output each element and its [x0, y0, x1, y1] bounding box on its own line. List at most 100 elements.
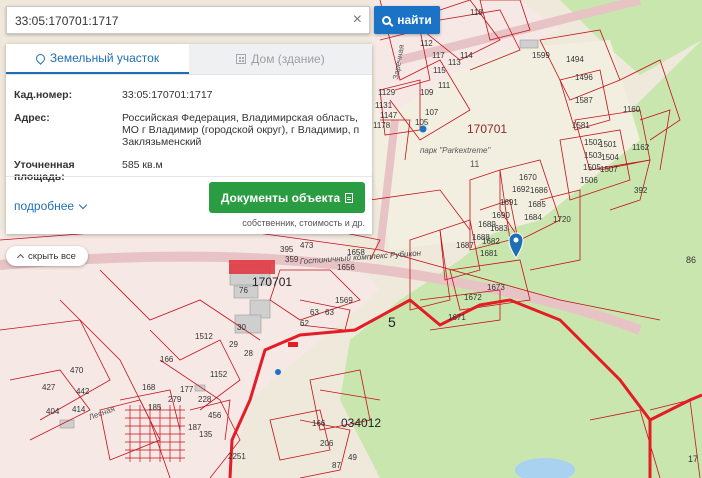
svg-text:1162: 1162 — [632, 143, 650, 152]
svg-text:1494: 1494 — [566, 55, 584, 64]
hide-all-label: скрыть все — [28, 250, 76, 262]
svg-text:1686: 1686 — [530, 186, 548, 195]
svg-text:395: 395 — [280, 245, 294, 254]
number-label-17: 17 — [688, 454, 698, 464]
tab-land-plot-label: Земельный участок — [49, 51, 160, 65]
svg-text:1673: 1673 — [487, 283, 505, 292]
svg-text:1587: 1587 — [575, 96, 593, 105]
search-icon — [382, 15, 392, 25]
svg-text:166: 166 — [160, 355, 174, 364]
card-tabs: Земельный участок Дом (здание) — [6, 44, 372, 75]
svg-text:414: 414 — [72, 405, 86, 414]
svg-text:228: 228 — [198, 395, 212, 404]
svg-text:1503: 1503 — [584, 151, 602, 160]
highlighted-building — [229, 260, 275, 274]
property-value: Российская Федерация, Владимирская облас… — [122, 112, 360, 148]
svg-text:1131: 1131 — [375, 101, 393, 110]
property-label: Адрес: — [14, 112, 50, 124]
svg-text:206: 206 — [320, 439, 334, 448]
property-row-address: Адрес: Российская Федерация, Владимирска… — [14, 112, 364, 148]
small-marker-icon — [288, 342, 298, 347]
svg-text:1178: 1178 — [373, 121, 391, 130]
svg-text:456: 456 — [208, 411, 222, 420]
svg-text:1504: 1504 — [601, 153, 619, 162]
svg-text:1152: 1152 — [210, 370, 228, 379]
svg-text:29: 29 — [229, 340, 238, 349]
more-details-link[interactable]: подробнее — [14, 199, 88, 213]
search-input[interactable] — [15, 12, 335, 30]
svg-text:442: 442 — [76, 387, 90, 396]
svg-text:185: 185 — [148, 403, 162, 412]
tab-building[interactable]: Дом (здание) — [189, 44, 372, 74]
svg-text:1129: 1129 — [378, 88, 396, 97]
svg-text:1496: 1496 — [575, 73, 593, 82]
documents-subtitle: собственник, стоимость и др. — [242, 218, 365, 228]
svg-text:473: 473 — [300, 241, 314, 250]
svg-text:76: 76 — [239, 286, 248, 295]
svg-text:1599: 1599 — [532, 51, 550, 60]
svg-text:1656: 1656 — [337, 263, 355, 272]
property-label: Уточненная площадь: — [14, 159, 75, 183]
find-button-label: найти — [397, 13, 432, 27]
svg-text:359: 359 — [285, 255, 299, 264]
chevron-up-icon — [16, 253, 25, 262]
svg-text:168: 168 — [142, 383, 156, 392]
bus-stop-icon — [419, 125, 427, 133]
object-info-card: Земельный участок Дом (здание) Кад.номер… — [6, 44, 372, 234]
number-label-11: 11 — [470, 159, 479, 169]
property-label: Кад.номер: — [14, 89, 73, 101]
svg-text:1688: 1688 — [472, 233, 490, 242]
svg-text:135: 135 — [199, 430, 213, 439]
svg-text:49: 49 — [348, 453, 357, 462]
find-button[interactable]: найти — [374, 6, 440, 34]
svg-text:1507: 1507 — [600, 165, 618, 174]
object-documents-label: Документы объекта — [220, 190, 341, 205]
svg-text:1684: 1684 — [524, 213, 542, 222]
svg-text:166: 166 — [312, 419, 326, 428]
svg-text:2251: 2251 — [228, 452, 246, 461]
quarter-label-left: 170701 — [252, 275, 292, 289]
svg-text:1672: 1672 — [464, 293, 482, 302]
svg-text:28: 28 — [244, 349, 253, 358]
property-list: Кад.номер: 33:05:170701:1717 Адрес: Росс… — [6, 75, 372, 183]
svg-text:404: 404 — [46, 407, 60, 416]
svg-text:63: 63 — [325, 308, 334, 317]
svg-text:1691: 1691 — [500, 198, 518, 207]
svg-text:1720: 1720 — [553, 215, 571, 224]
hide-all-button[interactable]: скрыть все — [6, 246, 88, 266]
object-documents-button[interactable]: Документы объекта — [209, 182, 365, 213]
property-row-cadastral-number: Кад.номер: 33:05:170701:1717 — [14, 89, 364, 101]
svg-text:117: 117 — [432, 51, 445, 60]
svg-text:105: 105 — [415, 118, 429, 127]
svg-text:111: 111 — [438, 81, 451, 90]
park-label: парк "Parkextreme" — [420, 146, 491, 155]
property-value: 33:05:170701:1717 — [122, 89, 213, 101]
svg-text:1692: 1692 — [512, 185, 530, 194]
svg-text:1506: 1506 — [580, 176, 598, 185]
svg-text:1681: 1681 — [480, 249, 498, 258]
tab-land-plot[interactable]: Земельный участок — [6, 44, 189, 74]
quarter-label-main: 170701 — [467, 122, 507, 136]
property-value: 585 кв.м — [122, 159, 163, 171]
svg-text:1505: 1505 — [583, 163, 601, 172]
quarter-label-bottom: 034012 — [341, 416, 381, 430]
property-row-area: Уточненная площадь: 585 кв.м — [14, 159, 364, 183]
number-label-86: 86 — [686, 255, 696, 265]
svg-text:115: 115 — [433, 66, 446, 75]
svg-text:107: 107 — [425, 108, 439, 117]
svg-text:1670: 1670 — [519, 173, 537, 182]
svg-text:63: 63 — [310, 308, 319, 317]
svg-text:1687: 1687 — [456, 241, 474, 250]
svg-text:118: 118 — [470, 8, 483, 17]
svg-text:30: 30 — [237, 323, 246, 332]
svg-text:1501: 1501 — [599, 140, 617, 149]
search-box[interactable]: × — [6, 6, 370, 34]
map-pin-icon — [34, 51, 47, 65]
clear-search-icon[interactable]: × — [353, 11, 362, 29]
chevron-down-icon — [78, 200, 88, 209]
svg-text:1685: 1685 — [528, 200, 546, 209]
svg-text:109: 109 — [420, 88, 434, 97]
svg-text:279: 279 — [168, 395, 182, 404]
svg-text:177: 177 — [180, 385, 194, 394]
svg-text:1690: 1690 — [492, 211, 510, 220]
